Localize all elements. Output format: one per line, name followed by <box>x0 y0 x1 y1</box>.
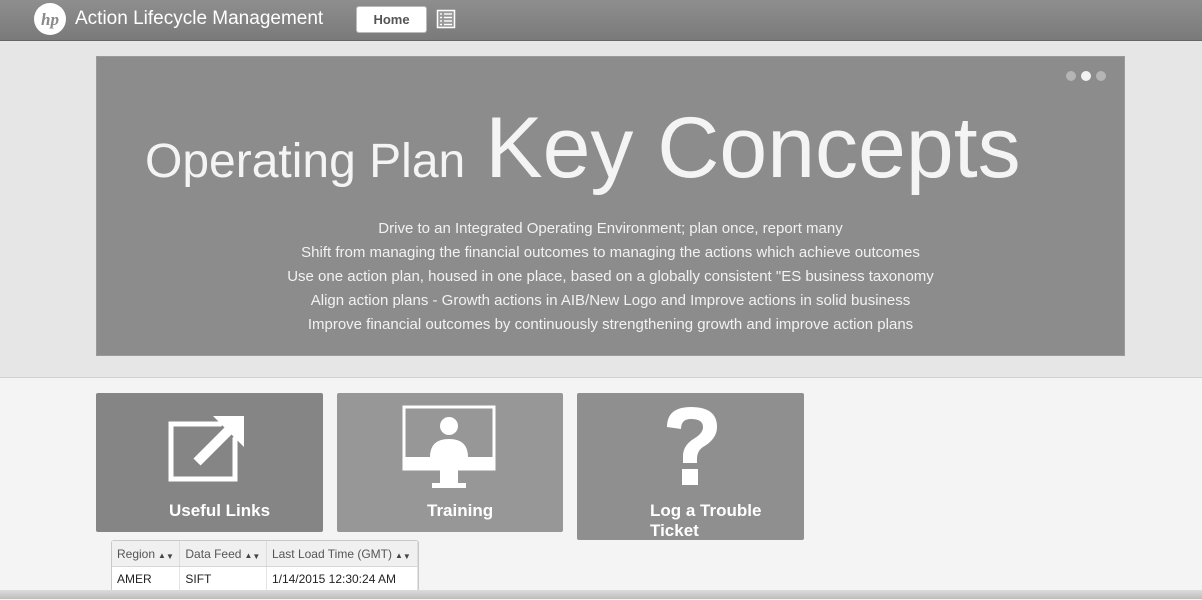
headline-operating-plan: Operating Plan <box>145 135 466 188</box>
bullet-line: Align action plans - Growth actions in A… <box>310 292 911 309</box>
table-cell-region: AMER <box>112 566 181 590</box>
slide-bullets: Drive to an Integrated Operating Environ… <box>97 217 1124 337</box>
carousel-dot-1[interactable] <box>1066 71 1076 81</box>
table-row: AMER SIFT 1/14/2015 12:30:24 AM <box>112 566 419 590</box>
external-link-icon <box>168 416 244 482</box>
sort-icon[interactable]: ▲︎▼︎ <box>395 551 411 561</box>
column-header-label: Last Load Time (GMT) <box>271 546 392 561</box>
useful-links-tile[interactable]: Useful Links <box>96 393 323 532</box>
carousel-indicators <box>1066 71 1106 81</box>
top-navigation-bar: hp Action Lifecycle Management Home <box>0 0 1202 41</box>
bullet-line: Drive to an Integrated Operating Environ… <box>378 220 843 237</box>
app-title: Action Lifecycle Management <box>75 8 324 29</box>
tile-label-line: Log a Trouble <box>650 501 762 520</box>
table-cell-last-load-time: 1/14/2015 12:30:24 AM <box>266 566 419 590</box>
log-trouble-ticket-tile[interactable]: Log a Trouble Ticket <box>577 393 804 540</box>
window-bottom-edge <box>0 590 1202 599</box>
carousel-slide: Operating Plan Key Concepts Drive to an I… <box>96 56 1125 356</box>
column-header-region[interactable]: Region ▲︎▼︎ <box>112 541 181 567</box>
column-header-data-feed[interactable]: Data Feed ▲︎▼︎ <box>179 541 267 567</box>
logo-text: hp <box>41 10 59 29</box>
column-header-label: Data Feed <box>185 546 242 561</box>
hp-logo-icon[interactable]: hp <box>33 2 67 36</box>
home-button[interactable]: Home <box>356 6 427 33</box>
data-feed-table: Region ▲︎▼︎ Data Feed ▲︎▼︎ Last Load Time … <box>111 540 419 592</box>
headline-key-concepts: Key Concepts <box>485 100 1021 196</box>
monitor-presenter-icon <box>402 405 496 488</box>
carousel-dot-3[interactable] <box>1096 71 1106 81</box>
bullet-line: Use one action plan, housed in one place… <box>287 268 934 285</box>
sort-icon[interactable]: ▲︎▼︎ <box>244 551 260 561</box>
sort-icon[interactable]: ▲︎▼︎ <box>158 551 174 561</box>
tile-label-training: Training <box>427 501 494 520</box>
question-mark-icon <box>667 407 717 485</box>
list-icon[interactable] <box>436 9 456 29</box>
training-tile[interactable]: Training <box>337 393 563 532</box>
table-cell-data-feed: SIFT <box>179 566 267 590</box>
column-header-last-load-time[interactable]: Last Load Time (GMT) ▲︎▼︎ <box>266 541 419 567</box>
slide-headline: Operating Plan Key Concepts <box>145 99 1021 198</box>
bullet-line: Shift from managing the financial outcom… <box>301 244 920 261</box>
column-header-label: Region <box>117 546 156 561</box>
tile-label-useful-links: Useful Links <box>169 501 271 520</box>
tile-label-log-trouble: Log a Trouble Ticket <box>650 501 761 541</box>
bullet-line: Improve financial outcomes by continuous… <box>307 316 914 333</box>
carousel-dot-2[interactable] <box>1081 71 1091 81</box>
tile-label-line: Ticket <box>650 521 699 540</box>
